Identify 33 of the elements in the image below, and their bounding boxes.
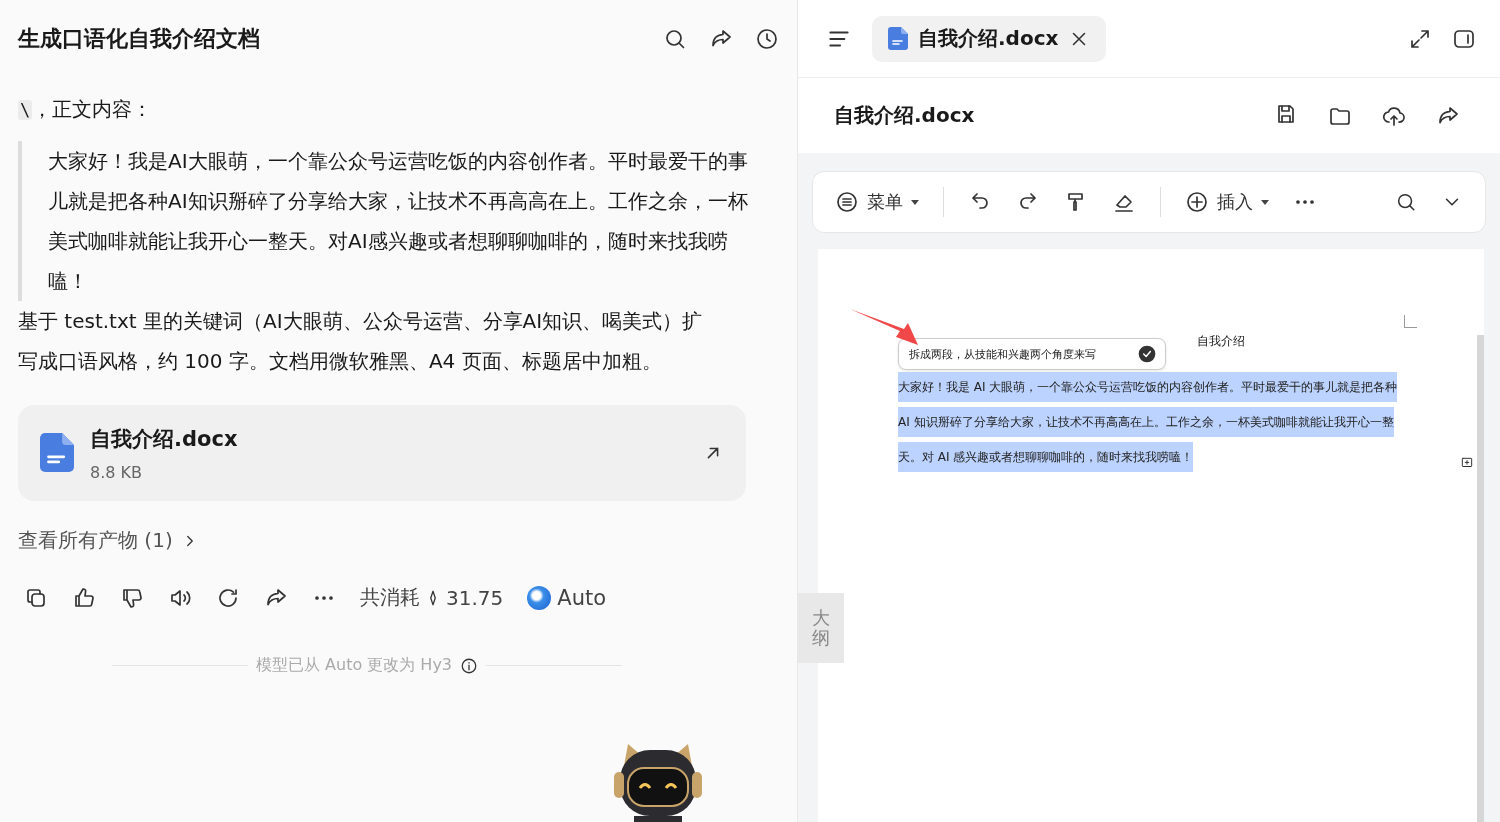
menu-button[interactable]: 菜单 xyxy=(835,190,919,214)
thumbs-up-icon[interactable] xyxy=(72,585,96,610)
cost-value: 31.75 xyxy=(446,585,504,610)
document-icon xyxy=(40,433,74,473)
insert-button[interactable]: 插入 xyxy=(1185,190,1269,214)
intro-text: ，正文内容： xyxy=(32,96,153,123)
file-card[interactable]: 自我介绍.docx 8.8 KB xyxy=(18,405,746,501)
inline-code: \ xyxy=(18,99,33,120)
plus-circle-icon xyxy=(1185,190,1209,214)
info-icon[interactable] xyxy=(460,656,479,675)
quoted-text: 大家好！我是AI大眼萌，一个靠公众号运营吃饭的内容创作者。平时最爱干的事儿就是把各种AI知识掰碎了分享给大家，让技术不再高高在上。工作之余，一杯美式咖啡就能让我开心一整天。对AI感兴趣或者想聊聊咖啡的，随时来找我唠嗑！ xyxy=(18,141,748,301)
model-logo-icon xyxy=(527,585,552,610)
model-name: Auto xyxy=(557,585,607,610)
document-tab[interactable]: 自我介绍.docx xyxy=(872,15,1107,62)
document-icon xyxy=(888,27,908,50)
history-icon[interactable] xyxy=(755,27,779,51)
pointer-arrow-icon xyxy=(850,307,920,347)
file-name: 自我介绍.docx xyxy=(90,425,239,453)
document-title: 自我介绍.docx xyxy=(834,102,976,129)
list-icon xyxy=(835,190,859,214)
search-icon[interactable] xyxy=(663,27,687,51)
search-icon[interactable] xyxy=(1395,191,1417,213)
scrollbar[interactable] xyxy=(1477,335,1484,822)
file-size: 8.8 KB xyxy=(90,462,143,482)
document-heading: 自我介绍 xyxy=(1196,333,1245,350)
confirm-icon[interactable] xyxy=(1137,344,1157,364)
chat-title: 生成口语化自我介绍文档 xyxy=(18,25,261,53)
request-text: 基于 test.txt 里的关键词（AI大眼萌、公众号运营、分享AI知识、喝美式）扩写成口语风格，约 100 字。文档用微软雅黑、A4 页面、标题居中加粗。 xyxy=(18,308,704,375)
artifacts-link[interactable]: 查看所有产物 (1) xyxy=(18,527,173,554)
add-comment-icon[interactable] xyxy=(1460,456,1474,470)
cost-label: 共消耗 xyxy=(360,584,420,611)
prompt-field[interactable]: 拆成两段，从技能和兴趣两个角度来写 xyxy=(898,338,1166,370)
model-change-notice: 模型已从 Auto 更改为 Hy3 xyxy=(255,655,453,676)
